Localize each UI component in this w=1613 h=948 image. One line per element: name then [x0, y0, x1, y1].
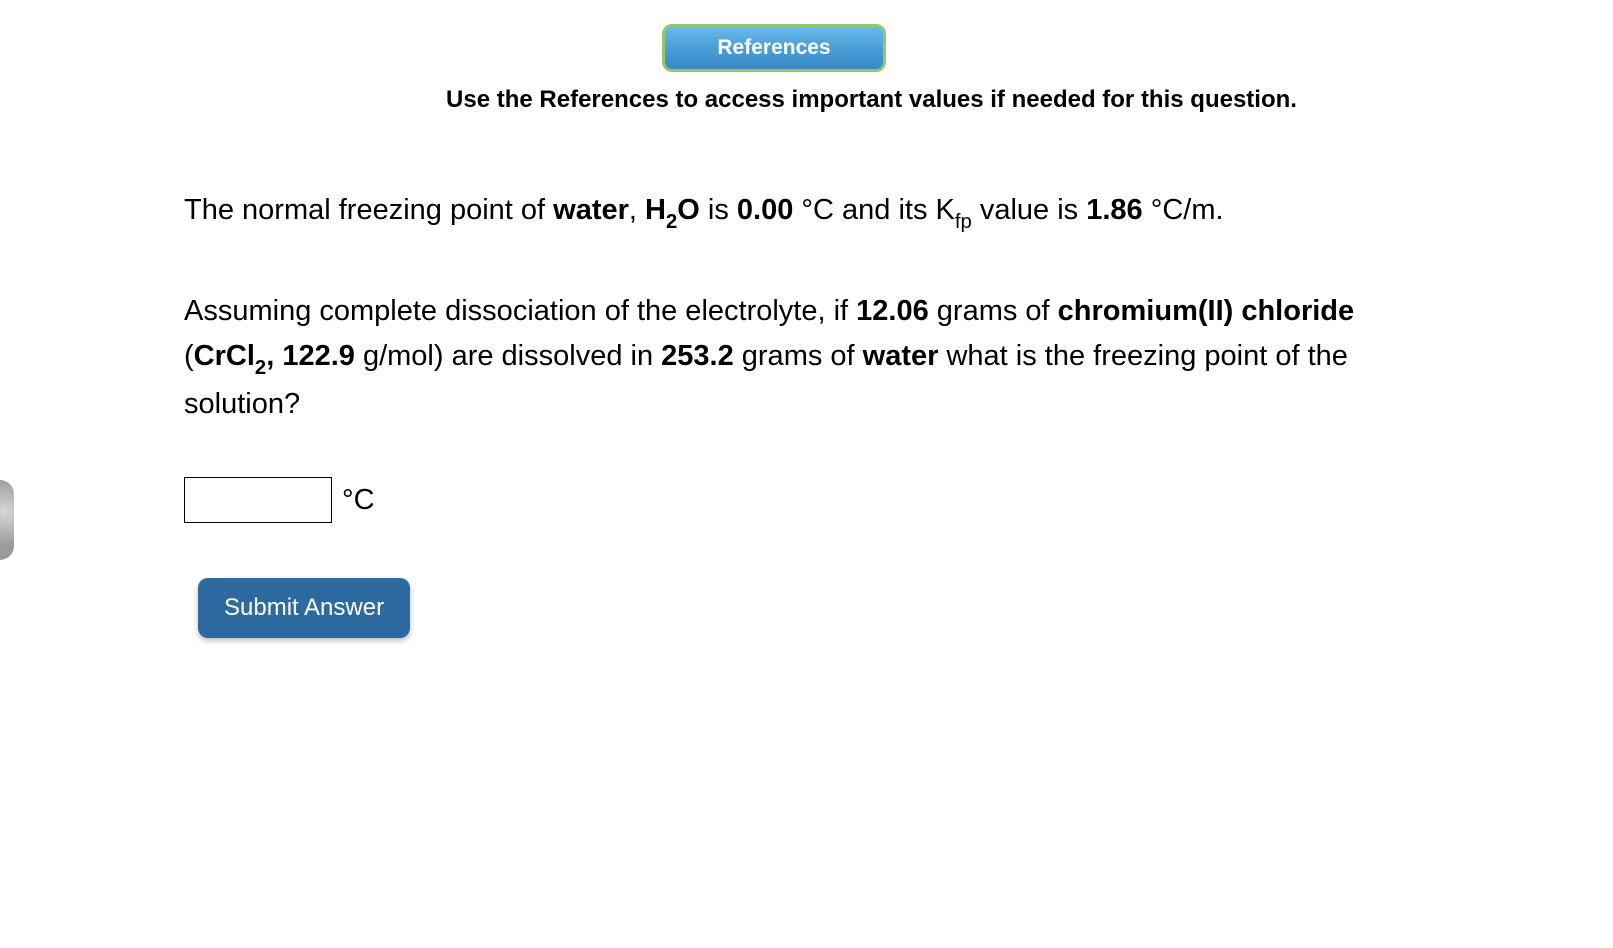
question-line-1: The normal freezing point of water, H2O …	[184, 190, 1413, 234]
formula-subscript: 2	[255, 357, 266, 379]
text: The normal freezing point of	[184, 194, 553, 226]
solvent-name: water	[553, 194, 629, 226]
formula-part: CrCl	[194, 340, 255, 372]
solvent-name-2: water	[863, 340, 939, 372]
text: °C/m.	[1143, 194, 1224, 226]
formula-subscript: 2	[666, 211, 677, 233]
chem-formula: H2O	[645, 194, 700, 226]
text: Assuming complete dissociation of the el…	[184, 295, 856, 327]
text: ,	[266, 340, 282, 372]
freezing-point-value: 0.00	[737, 194, 793, 226]
text: °C and its K	[793, 194, 955, 226]
answer-input[interactable]	[184, 477, 332, 523]
submit-answer-button[interactable]: Submit Answer	[198, 578, 410, 638]
hint-text: Use the References to access important v…	[330, 86, 1413, 114]
solute-formula: CrCl2	[194, 340, 267, 372]
kfp-value: 1.86	[1086, 194, 1142, 226]
unit-label: °C	[342, 484, 375, 517]
text: ,	[629, 194, 645, 226]
answer-row: °C	[184, 477, 1413, 523]
text: grams of	[929, 295, 1058, 327]
decorative-side-sliver	[0, 480, 14, 560]
text: (	[184, 340, 194, 372]
mass-solute: 12.06	[856, 295, 929, 327]
text: value is	[972, 194, 1086, 226]
question-body: The normal freezing point of water, H2O …	[184, 190, 1413, 638]
text: grams of	[734, 340, 863, 372]
text: g/mol) are dissolved in	[355, 340, 661, 372]
solute-name: chromium(II) chloride	[1058, 295, 1354, 327]
formula-part: H	[645, 194, 666, 226]
text: is	[700, 194, 737, 226]
formula-part: O	[677, 194, 700, 226]
question-line-2: Assuming complete dissociation of the el…	[184, 289, 1413, 427]
kfp-subscript: fp	[955, 211, 972, 233]
molar-mass: 122.9	[282, 340, 355, 372]
references-button[interactable]: References	[662, 24, 886, 72]
mass-solvent: 253.2	[661, 340, 734, 372]
